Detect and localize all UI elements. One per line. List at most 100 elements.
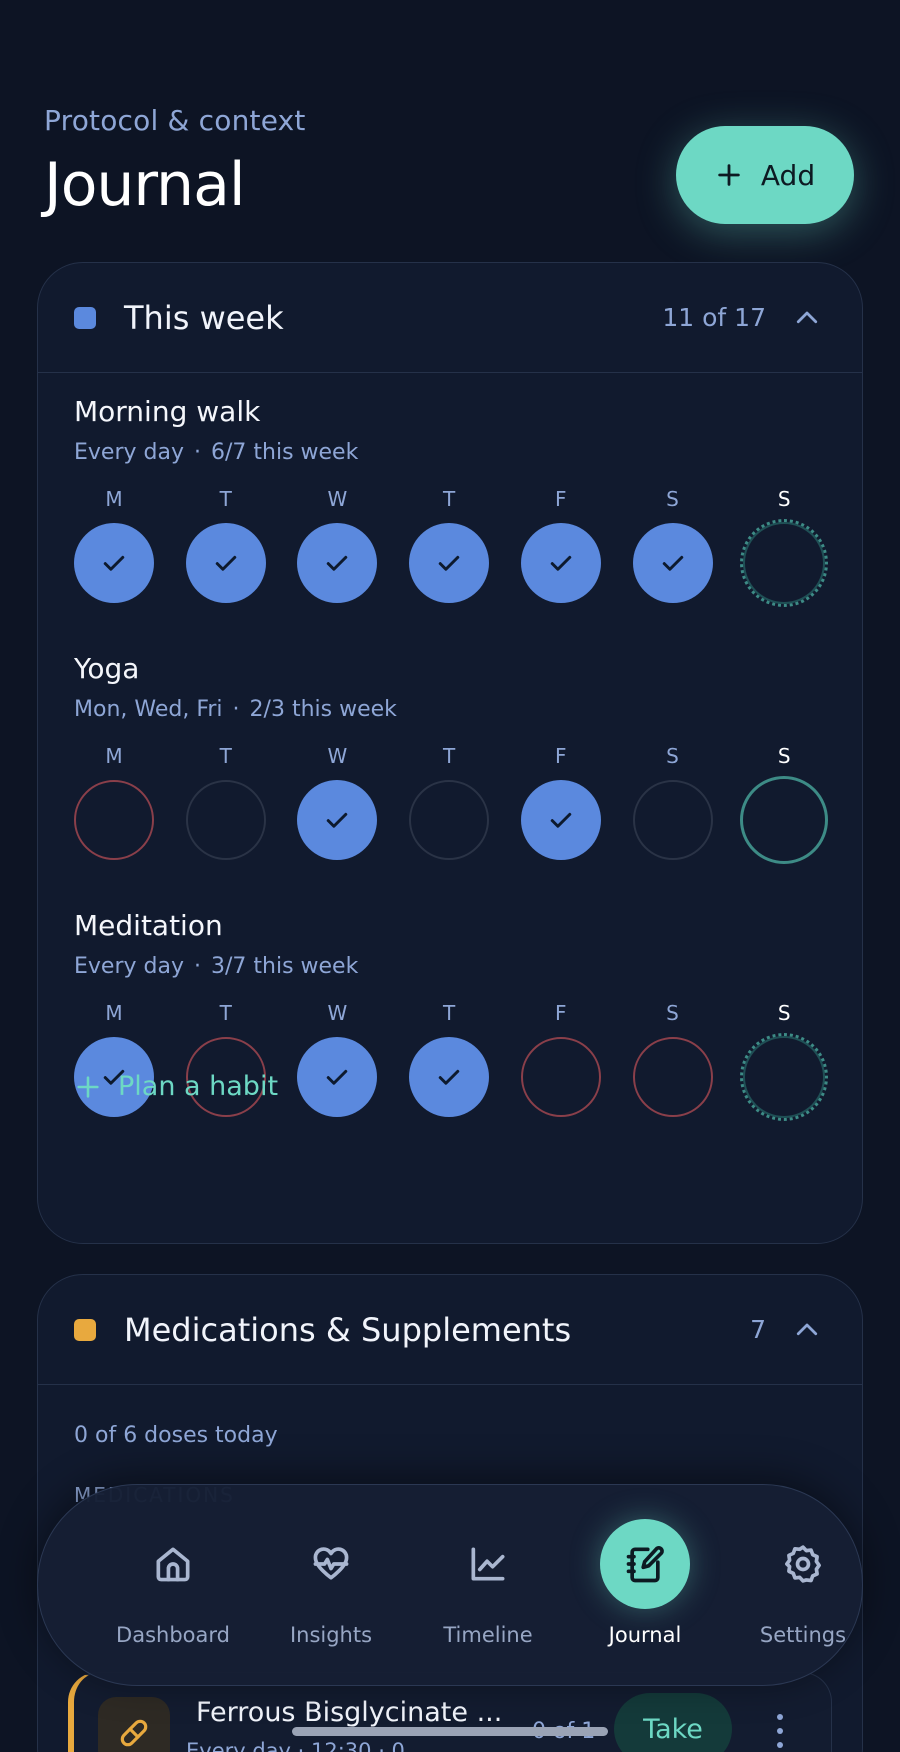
day-check-today[interactable] — [740, 519, 829, 607]
gear-icon — [758, 1519, 848, 1609]
day-letter: S — [666, 1001, 679, 1025]
nav-label: Insights — [289, 1623, 373, 1647]
add-button[interactable]: Add — [676, 126, 854, 224]
day-check-done[interactable] — [297, 780, 378, 860]
chevron-up-icon[interactable] — [792, 303, 822, 333]
day-letter: T — [219, 1001, 232, 1025]
day-check-empty[interactable] — [185, 780, 266, 860]
habit-subtitle: Every day · 3/7 this week — [74, 954, 834, 979]
medication-schedule: Every day · 12:30 · 0 — [186, 1739, 405, 1752]
day-letter: M — [105, 1001, 123, 1025]
day-check-today[interactable] — [740, 776, 829, 864]
separator-dot: · — [193, 954, 201, 979]
day-letter: F — [555, 1001, 567, 1025]
day-letter: T — [219, 744, 232, 768]
nav-item-timeline[interactable]: Timeline — [413, 1519, 563, 1647]
day-letter: W — [327, 744, 348, 768]
check-icon — [438, 1069, 460, 1085]
this-week-title: This week — [124, 298, 284, 337]
day-check-done[interactable] — [297, 523, 378, 603]
nav-label: Dashboard — [116, 1623, 230, 1647]
chevron-up-icon[interactable] — [792, 1315, 822, 1345]
day-cell: S — [740, 1001, 829, 1121]
day-letter: T — [442, 1001, 456, 1025]
day-check-done[interactable] — [409, 1037, 490, 1117]
day-cell: S — [631, 487, 715, 603]
day-cell: T — [184, 744, 268, 860]
day-letter: S — [777, 487, 791, 511]
day-check-missed[interactable] — [520, 1037, 601, 1117]
day-check-empty[interactable] — [409, 780, 490, 860]
day-letter: M — [105, 487, 123, 511]
check-icon — [327, 1069, 348, 1085]
habit-progress: 2/3 this week — [249, 697, 397, 722]
day-row: MTWTFSS — [74, 1001, 834, 1131]
habit-name: Meditation — [74, 909, 223, 942]
medication-name: Ferrous Bisglycinate ... — [196, 1697, 503, 1728]
habit-schedule: Mon, Wed, Fri — [74, 697, 223, 722]
heart-pulse-icon — [286, 1519, 376, 1609]
day-letter: T — [442, 744, 456, 768]
meds-header[interactable]: Medications & Supplements 7 — [38, 1275, 862, 1385]
nav-item-journal[interactable]: Journal — [570, 1519, 720, 1647]
day-check-done[interactable] — [632, 523, 713, 603]
day-check-done[interactable] — [74, 523, 154, 603]
separator-dot: · — [232, 697, 240, 722]
habit-name: Morning walk — [74, 395, 261, 428]
check-icon — [103, 555, 125, 571]
day-cell: M — [72, 487, 156, 603]
add-button-label: Add — [760, 158, 816, 192]
day-check-done[interactable] — [185, 523, 266, 603]
day-letter: W — [327, 1001, 348, 1025]
day-cell: S — [740, 744, 829, 864]
day-check-missed[interactable] — [74, 780, 154, 860]
day-letter: F — [555, 744, 567, 768]
bottom-nav: Dashboard Insights Timeline Journal Sett… — [37, 1484, 863, 1686]
this-week-count: 11 of 17 — [662, 303, 766, 332]
plan-habit-button[interactable]: Plan a habit — [74, 1071, 278, 1102]
more-options-icon[interactable] — [774, 1711, 786, 1751]
day-letter: M — [105, 744, 123, 768]
check-icon — [215, 555, 236, 571]
nav-label: Settings — [759, 1623, 847, 1647]
day-letter: T — [442, 487, 456, 511]
nav-item-insights[interactable]: Insights — [256, 1519, 406, 1647]
day-check-done[interactable] — [297, 1037, 378, 1117]
habit-progress: 6/7 this week — [210, 440, 359, 465]
habit-morning-walk: Morning walk Every day · 6/7 this week M T W… — [74, 395, 834, 617]
habit-yoga: Yoga Mon, Wed, Fri · 2/3 this week M T W T F S S — [74, 652, 834, 874]
day-cell: S — [740, 487, 829, 607]
take-button[interactable]: Take — [614, 1693, 732, 1752]
day-cell: F — [519, 487, 603, 603]
day-cell: M — [72, 744, 156, 860]
day-cell: S — [631, 1001, 715, 1117]
day-letter: F — [555, 487, 567, 511]
day-cell: W — [295, 487, 379, 603]
check-icon — [550, 812, 572, 828]
check-icon — [550, 555, 572, 571]
day-cell: W — [295, 1001, 379, 1117]
plan-habit-label: Plan a habit — [118, 1071, 279, 1102]
day-check-done[interactable] — [409, 523, 490, 603]
day-check-done[interactable] — [520, 780, 601, 860]
day-check-empty[interactable] — [632, 780, 713, 860]
day-row: M T W T F SS — [74, 744, 834, 874]
day-cell: T — [407, 744, 491, 860]
check-icon — [662, 555, 683, 571]
doses-today: 0 of 6 doses today — [74, 1423, 278, 1448]
day-check-missed[interactable] — [632, 1037, 713, 1117]
nav-item-settings[interactable]: Settings — [728, 1519, 878, 1647]
home-indicator[interactable] — [292, 1727, 608, 1736]
check-icon — [327, 812, 348, 828]
meds-color-marker — [74, 1318, 96, 1341]
day-cell: S — [631, 744, 715, 860]
this-week-header[interactable]: This week 11 of 17 — [38, 263, 862, 373]
day-cell: T — [407, 1001, 491, 1117]
day-letter: S — [666, 487, 679, 511]
day-check-done[interactable] — [520, 523, 601, 603]
habit-progress: 3/7 this week — [210, 954, 359, 979]
day-check-today[interactable] — [740, 1033, 829, 1121]
habit-schedule: Every day — [74, 954, 184, 979]
nav-item-dashboard[interactable]: Dashboard — [98, 1519, 248, 1647]
meds-title: Medications & Supplements — [124, 1310, 572, 1349]
